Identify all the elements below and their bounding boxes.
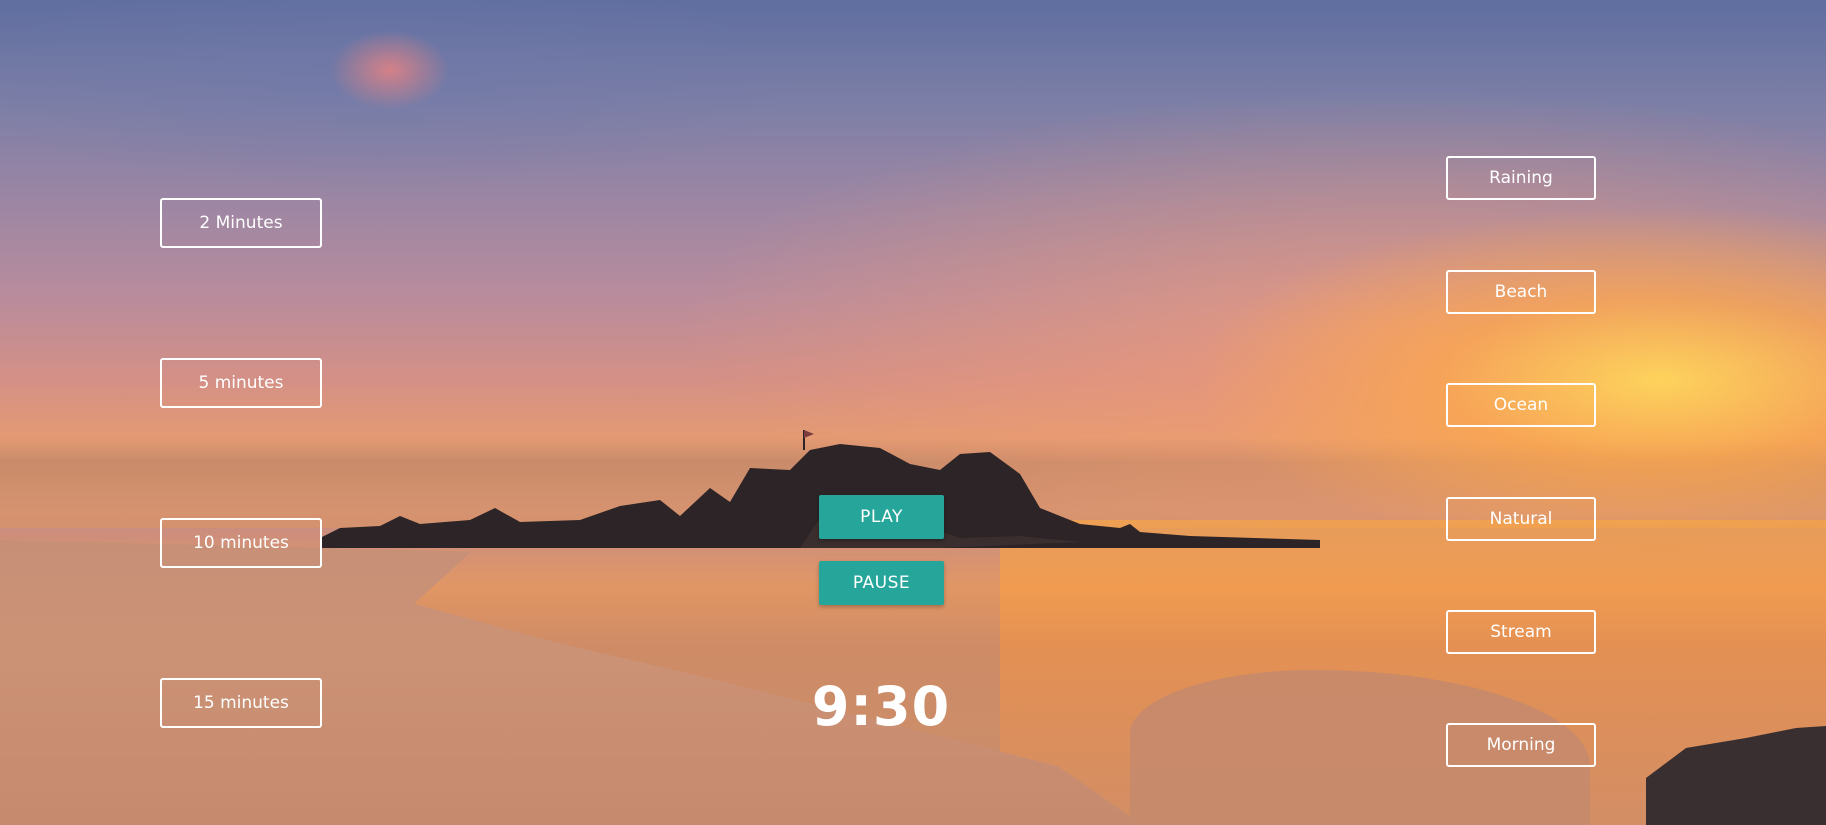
shore-rocks	[1646, 726, 1826, 825]
time-10-minutes-button[interactable]: 10 minutes	[160, 518, 322, 568]
time-2-minutes-label: 2 Minutes	[199, 213, 283, 233]
play-label: PLAY	[860, 507, 903, 527]
time-5-minutes-label: 5 minutes	[198, 373, 284, 393]
cloud	[330, 30, 450, 110]
sound-raining-button[interactable]: Raining	[1446, 156, 1596, 200]
sound-ocean-button[interactable]: Ocean	[1446, 383, 1596, 427]
countdown-timer: 9:30	[811, 675, 951, 738]
time-5-minutes-button[interactable]: 5 minutes	[160, 358, 322, 408]
sound-morning-button[interactable]: Morning	[1446, 723, 1596, 767]
time-15-minutes-button[interactable]: 15 minutes	[160, 678, 322, 728]
sound-morning-label: Morning	[1486, 735, 1556, 755]
pause-button[interactable]: PAUSE	[819, 561, 944, 605]
time-2-minutes-button[interactable]: 2 Minutes	[160, 198, 322, 248]
sound-stream-button[interactable]: Stream	[1446, 610, 1596, 654]
pause-label: PAUSE	[852, 573, 911, 593]
sound-natural-button[interactable]: Natural	[1446, 497, 1596, 541]
sound-stream-label: Stream	[1490, 622, 1552, 642]
time-10-minutes-label: 10 minutes	[193, 533, 289, 553]
sound-beach-button[interactable]: Beach	[1446, 270, 1596, 314]
sound-ocean-label: Ocean	[1493, 395, 1549, 415]
play-button[interactable]: PLAY	[819, 495, 944, 539]
sound-natural-label: Natural	[1489, 509, 1553, 529]
sound-beach-label: Beach	[1494, 282, 1548, 302]
sound-raining-label: Raining	[1489, 168, 1553, 188]
time-15-minutes-label: 15 minutes	[193, 693, 289, 713]
meditation-app: 2 Minutes 5 minutes 10 minutes 15 minute…	[0, 0, 1826, 825]
